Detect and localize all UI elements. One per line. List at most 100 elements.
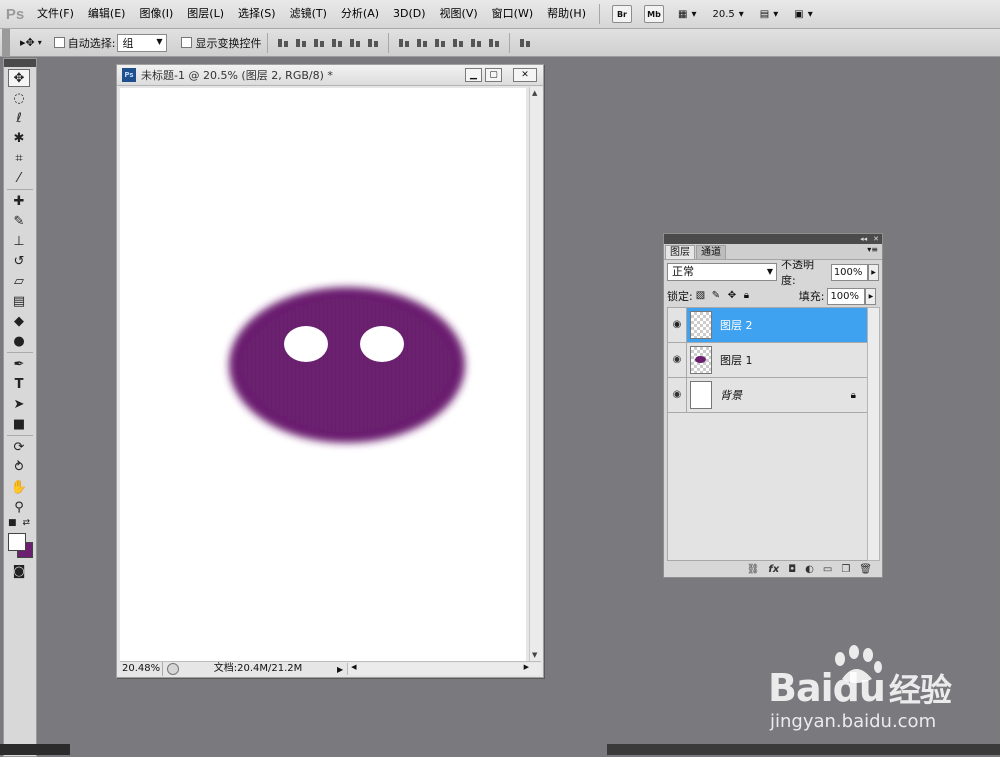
collapse-panel-icon[interactable]: ◂◂ (860, 235, 867, 243)
menu-analysis[interactable]: 分析(A) (334, 0, 386, 28)
shape-tool-icon[interactable]: ■ (8, 415, 30, 433)
show-transform-checkbox[interactable] (181, 37, 193, 48)
auto-select-checkbox[interactable] (53, 37, 65, 48)
eye-visibility-icon[interactable]: ◉ (668, 378, 687, 412)
dodge-tool-icon[interactable]: ● (8, 332, 30, 350)
quick-mask-icon[interactable]: ◙ (8, 562, 30, 580)
scroll-right-icon[interactable]: ▶ (524, 663, 529, 671)
document-vertical-scrollbar[interactable]: ▲ ▼ (529, 87, 542, 661)
menu-3d[interactable]: 3D(D) (386, 0, 433, 28)
distribute-top-icon[interactable] (397, 37, 411, 49)
document-horizontal-scrollbar[interactable]: ◀ ▶ (347, 663, 541, 675)
trash-icon[interactable]: 🗑︎ (859, 564, 872, 575)
panel-menu-icon[interactable]: ▾≡ (867, 245, 878, 254)
layer-row-background[interactable]: ◉ 背景 🔒︎ (668, 378, 868, 413)
blend-mode-select[interactable]: 正常 ▼ (667, 263, 777, 281)
arrange-documents-dropdown[interactable]: ▤ ▾ (760, 9, 778, 20)
menu-window[interactable]: 窗口(W) (485, 0, 540, 28)
distribute-left-icon[interactable] (451, 37, 465, 49)
mask-icon[interactable]: ◘ (788, 564, 796, 575)
distribute-bottom-icon[interactable] (433, 37, 447, 49)
history-brush-tool-icon[interactable]: ↺ (8, 252, 30, 270)
zoom-tool-icon[interactable]: ⚲ (8, 498, 30, 516)
3d-rotate-tool-icon[interactable]: ⟳ (8, 438, 30, 456)
group-icon[interactable]: ▭ (823, 564, 832, 575)
lock-all-icon[interactable]: 🔒︎ (744, 291, 754, 301)
document-canvas[interactable] (120, 88, 526, 661)
move-tool-icon[interactable]: ✥ (8, 69, 30, 87)
layer-row-layer-1[interactable]: ◉ 图层 1 (668, 343, 868, 378)
distribute-vcenter-icon[interactable] (415, 37, 429, 49)
bridge-button[interactable]: Br (611, 5, 632, 23)
healing-brush-tool-icon[interactable]: ✚ (8, 192, 30, 210)
align-bottom-icon[interactable] (312, 37, 326, 49)
lock-transparency-icon[interactable]: ▧ (696, 291, 706, 301)
tools-panel-grip[interactable] (4, 59, 36, 67)
eraser-tool-icon[interactable]: ▱ (8, 272, 30, 290)
zoom-percentage-field[interactable]: 20.48% (120, 662, 163, 676)
fill-input[interactable]: 100% (827, 287, 866, 305)
opacity-slider-arrow-icon[interactable]: ▶ (868, 263, 879, 281)
adjustment-icon[interactable]: ◐ (805, 564, 814, 575)
layer-row-layer-2[interactable]: ◉ 图层 2 (668, 308, 868, 343)
scroll-down-icon[interactable]: ▼ (532, 651, 537, 659)
fx-icon[interactable]: fx (768, 564, 779, 575)
distribute-right-icon[interactable] (487, 37, 501, 49)
gradient-tool-icon[interactable]: ▤ (8, 292, 30, 310)
minimize-icon[interactable]: ▁ (465, 68, 482, 82)
pen-tool-icon[interactable]: ✒ (8, 355, 30, 373)
document-title-bar[interactable]: Ps 未标题-1 @ 20.5% (图层 2, RGB/8) * ▁ ▢ ✕ (117, 65, 543, 86)
menu-filter[interactable]: 滤镜(T) (283, 0, 334, 28)
type-tool-icon[interactable]: T (8, 375, 30, 393)
menu-help[interactable]: 帮助(H) (540, 0, 593, 28)
clone-stamp-tool-icon[interactable]: ⊥ (8, 232, 30, 250)
scroll-up-icon[interactable]: ▲ (532, 89, 537, 97)
mini-bridge-button[interactable]: Mb (643, 5, 664, 23)
menu-edit[interactable]: 编辑(E) (81, 0, 133, 28)
path-select-tool-icon[interactable]: ➤ (8, 395, 30, 413)
tab-layers[interactable]: 图层 (665, 245, 695, 259)
tool-preset-picker[interactable]: ▸✥ ▾ (20, 36, 42, 49)
menu-view[interactable]: 视图(V) (433, 0, 485, 28)
screen-mode-dropdown[interactable]: ▣ ▾ (794, 9, 812, 20)
quick-select-tool-icon[interactable]: ✱ (8, 129, 30, 147)
swap-colors-icon[interactable]: ■ ⇄ (8, 518, 30, 528)
marquee-tool-icon[interactable]: ◌ (8, 89, 30, 107)
close-panel-icon[interactable]: ✕ (873, 235, 879, 243)
brush-tool-icon[interactable]: ✎ (8, 212, 30, 230)
lasso-tool-icon[interactable]: ℓ (8, 109, 30, 127)
menu-select[interactable]: 选择(S) (231, 0, 283, 28)
opacity-input[interactable]: 100% (830, 263, 869, 281)
layers-panel-header[interactable]: ◂◂ ✕ (664, 234, 882, 244)
view-extras-dropdown[interactable]: ▦ ▾ (678, 9, 696, 20)
auto-align-icon[interactable] (518, 37, 532, 49)
layer-list-scrollbar[interactable] (867, 307, 880, 561)
maximize-icon[interactable]: ▢ (485, 68, 502, 82)
align-left-icon[interactable] (330, 37, 344, 49)
new-layer-icon[interactable]: ❐ (841, 564, 850, 575)
menu-image[interactable]: 图像(I) (132, 0, 180, 28)
status-info-icon[interactable] (167, 663, 179, 675)
menu-file[interactable]: 文件(F) (30, 0, 81, 28)
eyedropper-tool-icon[interactable]: ⁄ (8, 169, 30, 187)
scroll-left-icon[interactable]: ◀ (351, 663, 356, 671)
align-hcenter-icon[interactable] (348, 37, 362, 49)
3d-orbit-tool-icon[interactable]: ⥁ (8, 458, 30, 476)
close-icon[interactable]: ✕ (513, 68, 537, 82)
eye-visibility-icon[interactable]: ◉ (668, 308, 687, 342)
blur-tool-icon[interactable]: ◆ (8, 312, 30, 330)
link-icon[interactable]: ⛓ (747, 564, 760, 575)
auto-select-target-select[interactable]: 组 ▼ (117, 33, 168, 52)
zoom-level-dropdown[interactable]: 20.5 ▾ (712, 9, 743, 20)
tab-channels[interactable]: 通道 (696, 245, 726, 259)
fill-slider-arrow-icon[interactable]: ▶ (865, 287, 877, 305)
eye-visibility-icon[interactable]: ◉ (668, 343, 687, 377)
crop-tool-icon[interactable]: ⌗ (8, 149, 30, 167)
hand-tool-icon[interactable]: ✋ (8, 478, 30, 496)
lock-pixels-icon[interactable]: ✎ (712, 291, 722, 301)
color-swatches[interactable] (5, 530, 35, 560)
align-vcenter-icon[interactable] (294, 37, 308, 49)
lock-position-icon[interactable]: ✥ (728, 291, 738, 301)
status-menu-arrow-icon[interactable]: ▶ (337, 665, 343, 674)
foreground-color-swatch[interactable] (8, 533, 26, 551)
